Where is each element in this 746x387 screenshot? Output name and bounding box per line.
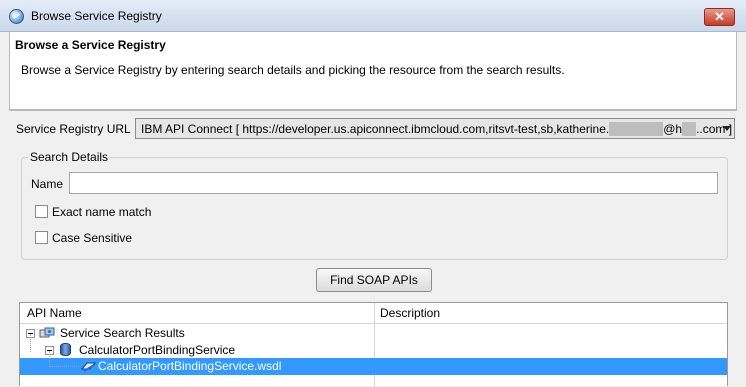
tree-connector <box>49 366 79 367</box>
dialog-heading: Browse a Service Registry <box>15 38 166 52</box>
title-bar: Browse Service Registry ✕ <box>0 0 746 32</box>
registry-url-select[interactable]: IBM API Connect [ https://developer.us.a… <box>135 118 735 139</box>
column-header-api-name[interactable]: API Name <box>20 303 374 324</box>
database-icon <box>60 343 71 356</box>
app-globe-icon <box>9 9 24 24</box>
name-label: Name <box>31 177 64 191</box>
wsdl-file-icon <box>81 362 96 372</box>
registry-url-value: IBM API Connect [ https://developer.us.a… <box>141 122 732 136</box>
close-button[interactable]: ✕ <box>704 8 735 26</box>
tree-row[interactable]: Service Search Results <box>20 325 727 342</box>
redacted-text <box>682 122 697 136</box>
registry-url-at: @h <box>663 122 683 136</box>
exact-match-label[interactable]: Exact name match <box>52 205 151 219</box>
tree-row-label: CalculatorPortBindingService <box>79 343 236 357</box>
header-panel: Browse a Service Registry Browse a Servi… <box>9 32 737 110</box>
registry-icon <box>39 327 55 338</box>
tree-connector <box>49 351 50 365</box>
case-sensitive-checkbox[interactable] <box>35 231 48 244</box>
tree-row[interactable]: CalculatorPortBindingService <box>20 342 727 359</box>
find-soap-apis-button[interactable]: Find SOAP APIs <box>316 268 432 292</box>
redacted-text <box>609 122 664 136</box>
tree-row-label: CalculatorPortBindingService.wsdl <box>98 359 282 373</box>
tree-row-label: Service Search Results <box>60 326 185 340</box>
dialog-description: Browse a Service Registry by entering se… <box>21 63 565 77</box>
registry-url-prefix: IBM API Connect [ https://developer.us.a… <box>141 122 610 136</box>
tree-row-selected[interactable]: CalculatorPortBindingService.wsdl <box>20 351 727 375</box>
name-input[interactable] <box>69 172 718 194</box>
column-header-description[interactable]: Description <box>375 303 727 324</box>
window-title: Browse Service Registry <box>31 9 162 23</box>
chevron-down-icon[interactable] <box>723 126 731 131</box>
results-tree-table[interactable]: API Name Description Service Search Resu… <box>19 302 728 387</box>
search-details-legend: Search Details <box>28 150 111 164</box>
header-divider <box>9 110 737 111</box>
exact-match-checkbox[interactable] <box>35 205 48 218</box>
registry-url-label: Service Registry URL <box>16 122 131 136</box>
case-sensitive-label[interactable]: Case Sensitive <box>52 231 132 245</box>
